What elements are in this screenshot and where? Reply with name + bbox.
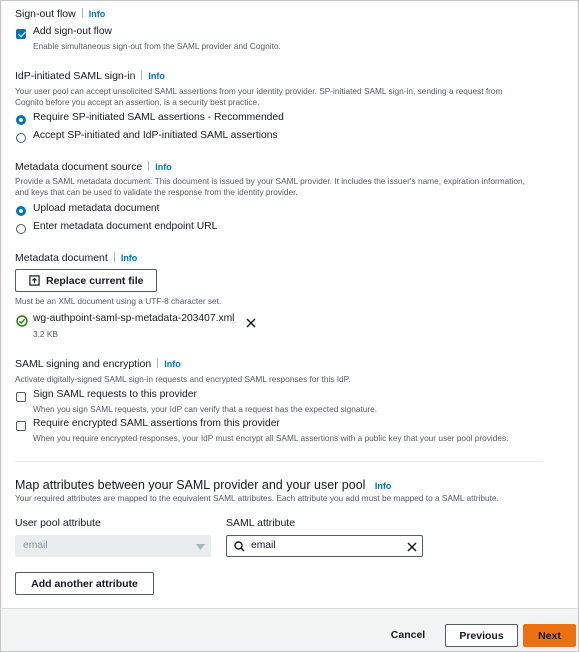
metadata-source-desc-1: Provide a SAML metadata document. This d… [15,176,525,186]
metadata-source-info-link[interactable]: Info [155,162,172,172]
user-pool-attribute-select: email [15,535,211,557]
encrypt-assertions-desc: When you require encrypted responses, yo… [33,433,509,443]
radio-upload-metadata[interactable] [16,206,26,216]
search-icon [234,541,245,552]
encrypt-assertions-label: Require encrypted SAML assertions from t… [33,418,280,429]
previous-label: Previous [459,629,504,642]
radio-accept-both[interactable] [16,133,26,143]
metadata-source-header: Metadata document source Info [15,161,172,173]
section-divider [15,461,543,462]
sign-requests-label: Sign SAML requests to this provider [33,389,197,400]
metadata-doc-info-link[interactable]: Info [121,253,138,263]
cancel-label: Cancel [390,629,426,641]
uploaded-file-size: 3.2 KB [33,329,58,339]
idp-signin-title: IdP-initiated SAML sign-in [15,70,136,82]
replace-file-label: Replace current file [46,274,144,287]
divider [141,70,143,80]
signing-title: SAML signing and encryption [15,358,152,370]
saml-attribute-input[interactable]: email [226,535,423,557]
encrypt-assertions-checkbox[interactable] [16,421,26,431]
add-attribute-button[interactable]: Add another attribute [15,572,154,595]
clear-icon[interactable] [407,542,417,552]
window-frame: Sign-out flow Info Add sign-out flow Enab… [0,0,579,652]
radio-upload-metadata-label: Upload metadata document [33,203,160,214]
signout-title: Sign-out flow [15,8,76,20]
saml-attribute-header: SAML attribute [226,517,296,529]
cancel-button[interactable]: Cancel [385,625,431,645]
next-button[interactable]: Next [523,624,576,647]
user-pool-attribute-value: email [23,540,48,551]
signout-checkbox-label: Add sign-out flow [33,26,112,37]
map-attributes-header: Map attributes between your SAML provide… [15,476,391,494]
previous-button[interactable]: Previous [445,624,518,647]
map-attributes-title: Map attributes between your SAML provide… [15,478,366,492]
user-pool-attribute-header: User pool attribute [15,517,101,529]
map-attributes-desc: Your required attributes are mapped to t… [15,493,499,503]
signing-desc: Activate digitally-signed SAML sign-in r… [15,374,351,384]
signout-checkbox[interactable] [16,29,26,39]
metadata-source-desc-2: and keys that can be used to validate th… [15,187,298,197]
divider [113,252,115,262]
caret-down-icon [196,544,205,550]
remove-file-icon[interactable] [246,318,256,328]
radio-endpoint-url-label: Enter metadata document endpoint URL [33,221,218,232]
map-attributes-info-link[interactable]: Info [375,481,392,491]
metadata-doc-title: Metadata document [15,252,108,264]
divider [81,8,83,18]
add-attribute-label: Add another attribute [31,577,138,590]
sign-requests-checkbox[interactable] [16,392,26,402]
signout-info-link[interactable]: Info [89,9,106,19]
radio-accept-both-label: Accept SP-initiated and IdP-initiated SA… [33,130,278,141]
form-card: Sign-out flow Info Add sign-out flow Enab… [2,1,577,609]
radio-require-sp-label: Require SP-initiated SAML assertions - R… [33,112,284,123]
saml-attribute-value: email [251,540,276,551]
idp-signin-info-link[interactable]: Info [148,71,165,81]
signout-header: Sign-out flow Info [15,8,105,20]
signing-info-link[interactable]: Info [164,359,181,369]
signing-header: SAML signing and encryption Info [15,358,181,370]
metadata-source-title: Metadata document source [15,161,143,173]
idp-signin-desc-2: Cognito before you accept an assertion, … [15,97,260,107]
idp-signin-header: IdP-initiated SAML sign-in Info [15,70,165,82]
metadata-doc-hint: Must be an XML document using a UTF-8 ch… [15,296,222,306]
next-label: Next [538,629,561,642]
signout-checkbox-desc: Enable simultaneous sign-out from the SA… [33,41,281,51]
replace-file-button[interactable]: Replace current file [15,269,157,292]
divider [157,358,159,368]
idp-signin-desc-1: Your user pool can accept unsolicited SA… [15,86,503,96]
upload-icon [29,275,40,286]
success-check-icon [16,315,28,327]
uploaded-file-name: wg-authpoint-saml-sp-metadata-203407.xml [33,313,235,324]
divider [148,161,150,171]
radio-require-sp[interactable] [16,115,26,125]
radio-endpoint-url[interactable] [16,224,26,234]
metadata-doc-header: Metadata document Info [15,252,137,264]
sign-requests-desc: When you sign SAML requests, your IdP ca… [33,404,378,414]
